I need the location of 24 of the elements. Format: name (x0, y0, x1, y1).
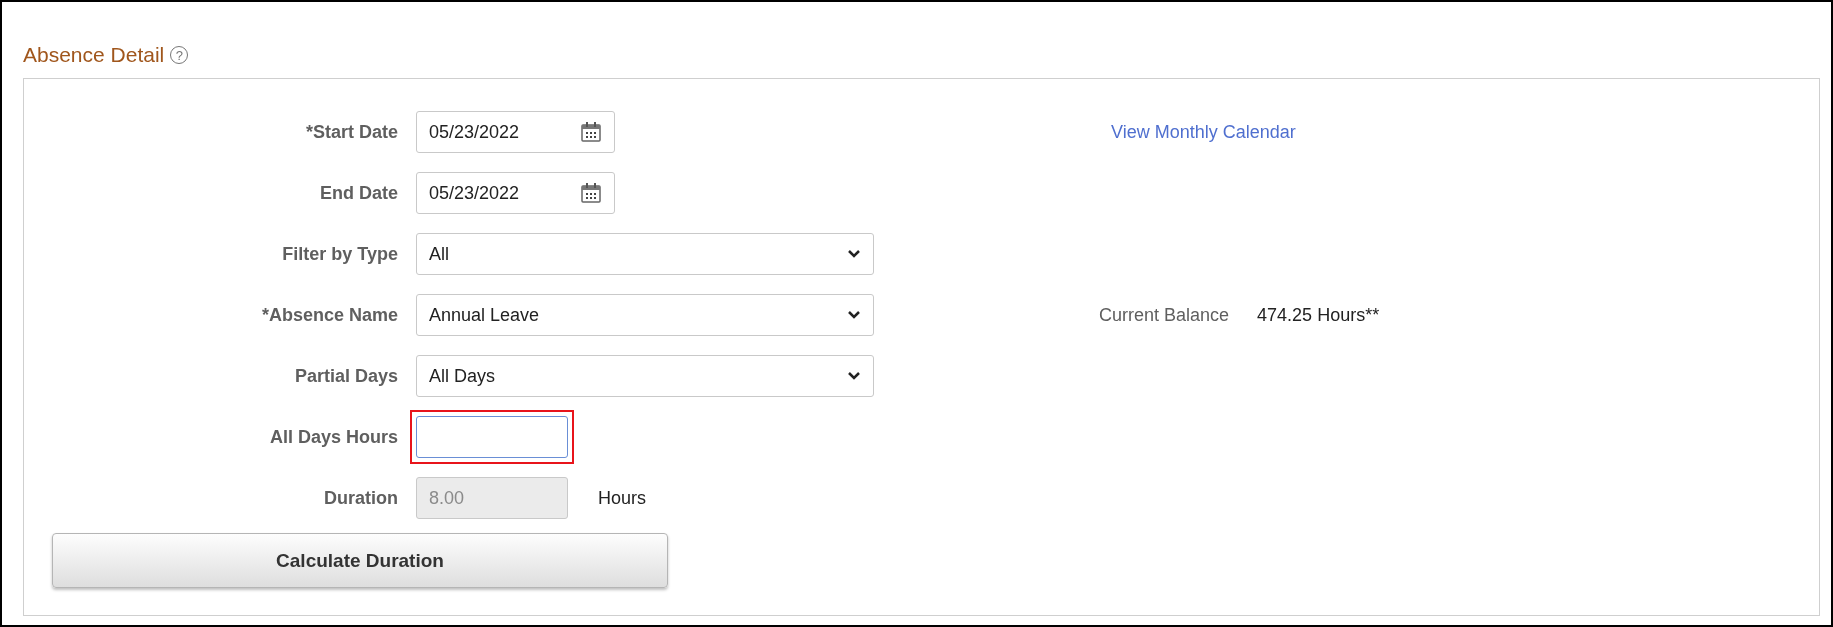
input-field[interactable] (416, 416, 568, 458)
unit-label: Hours (598, 487, 646, 509)
field-label: Filter by Type (281, 243, 399, 265)
section-title: Absence Detail (23, 43, 165, 67)
calendar-link[interactable]: View Monthly Calendar (1099, 121, 1296, 143)
calendar-icon[interactable] (580, 182, 602, 204)
field-label: End Date (319, 182, 399, 204)
chevron-down-icon (847, 310, 861, 320)
dropdown[interactable]: All Days (416, 355, 874, 397)
field-label: *Start Date (304, 121, 399, 143)
balance-value: 474.25 Hours** (1257, 304, 1380, 326)
calendar-icon[interactable] (580, 121, 602, 143)
dropdown[interactable]: All (416, 233, 874, 275)
chevron-down-icon (847, 371, 861, 381)
chevron-down-icon (847, 249, 861, 259)
field-label: *Absence Name (260, 304, 399, 326)
field-label: Duration (323, 487, 399, 509)
date-field[interactable]: 05/23/2022 (416, 172, 615, 214)
calculate-button[interactable]: Calculate Duration (52, 533, 668, 588)
dropdown[interactable]: Annual Leave (416, 294, 874, 336)
field-label: All Days Hours (268, 426, 399, 448)
date-field[interactable]: 05/23/2022 (416, 111, 615, 153)
field-label: Partial Days (293, 365, 399, 387)
balance-label: Current Balance (1099, 304, 1230, 326)
